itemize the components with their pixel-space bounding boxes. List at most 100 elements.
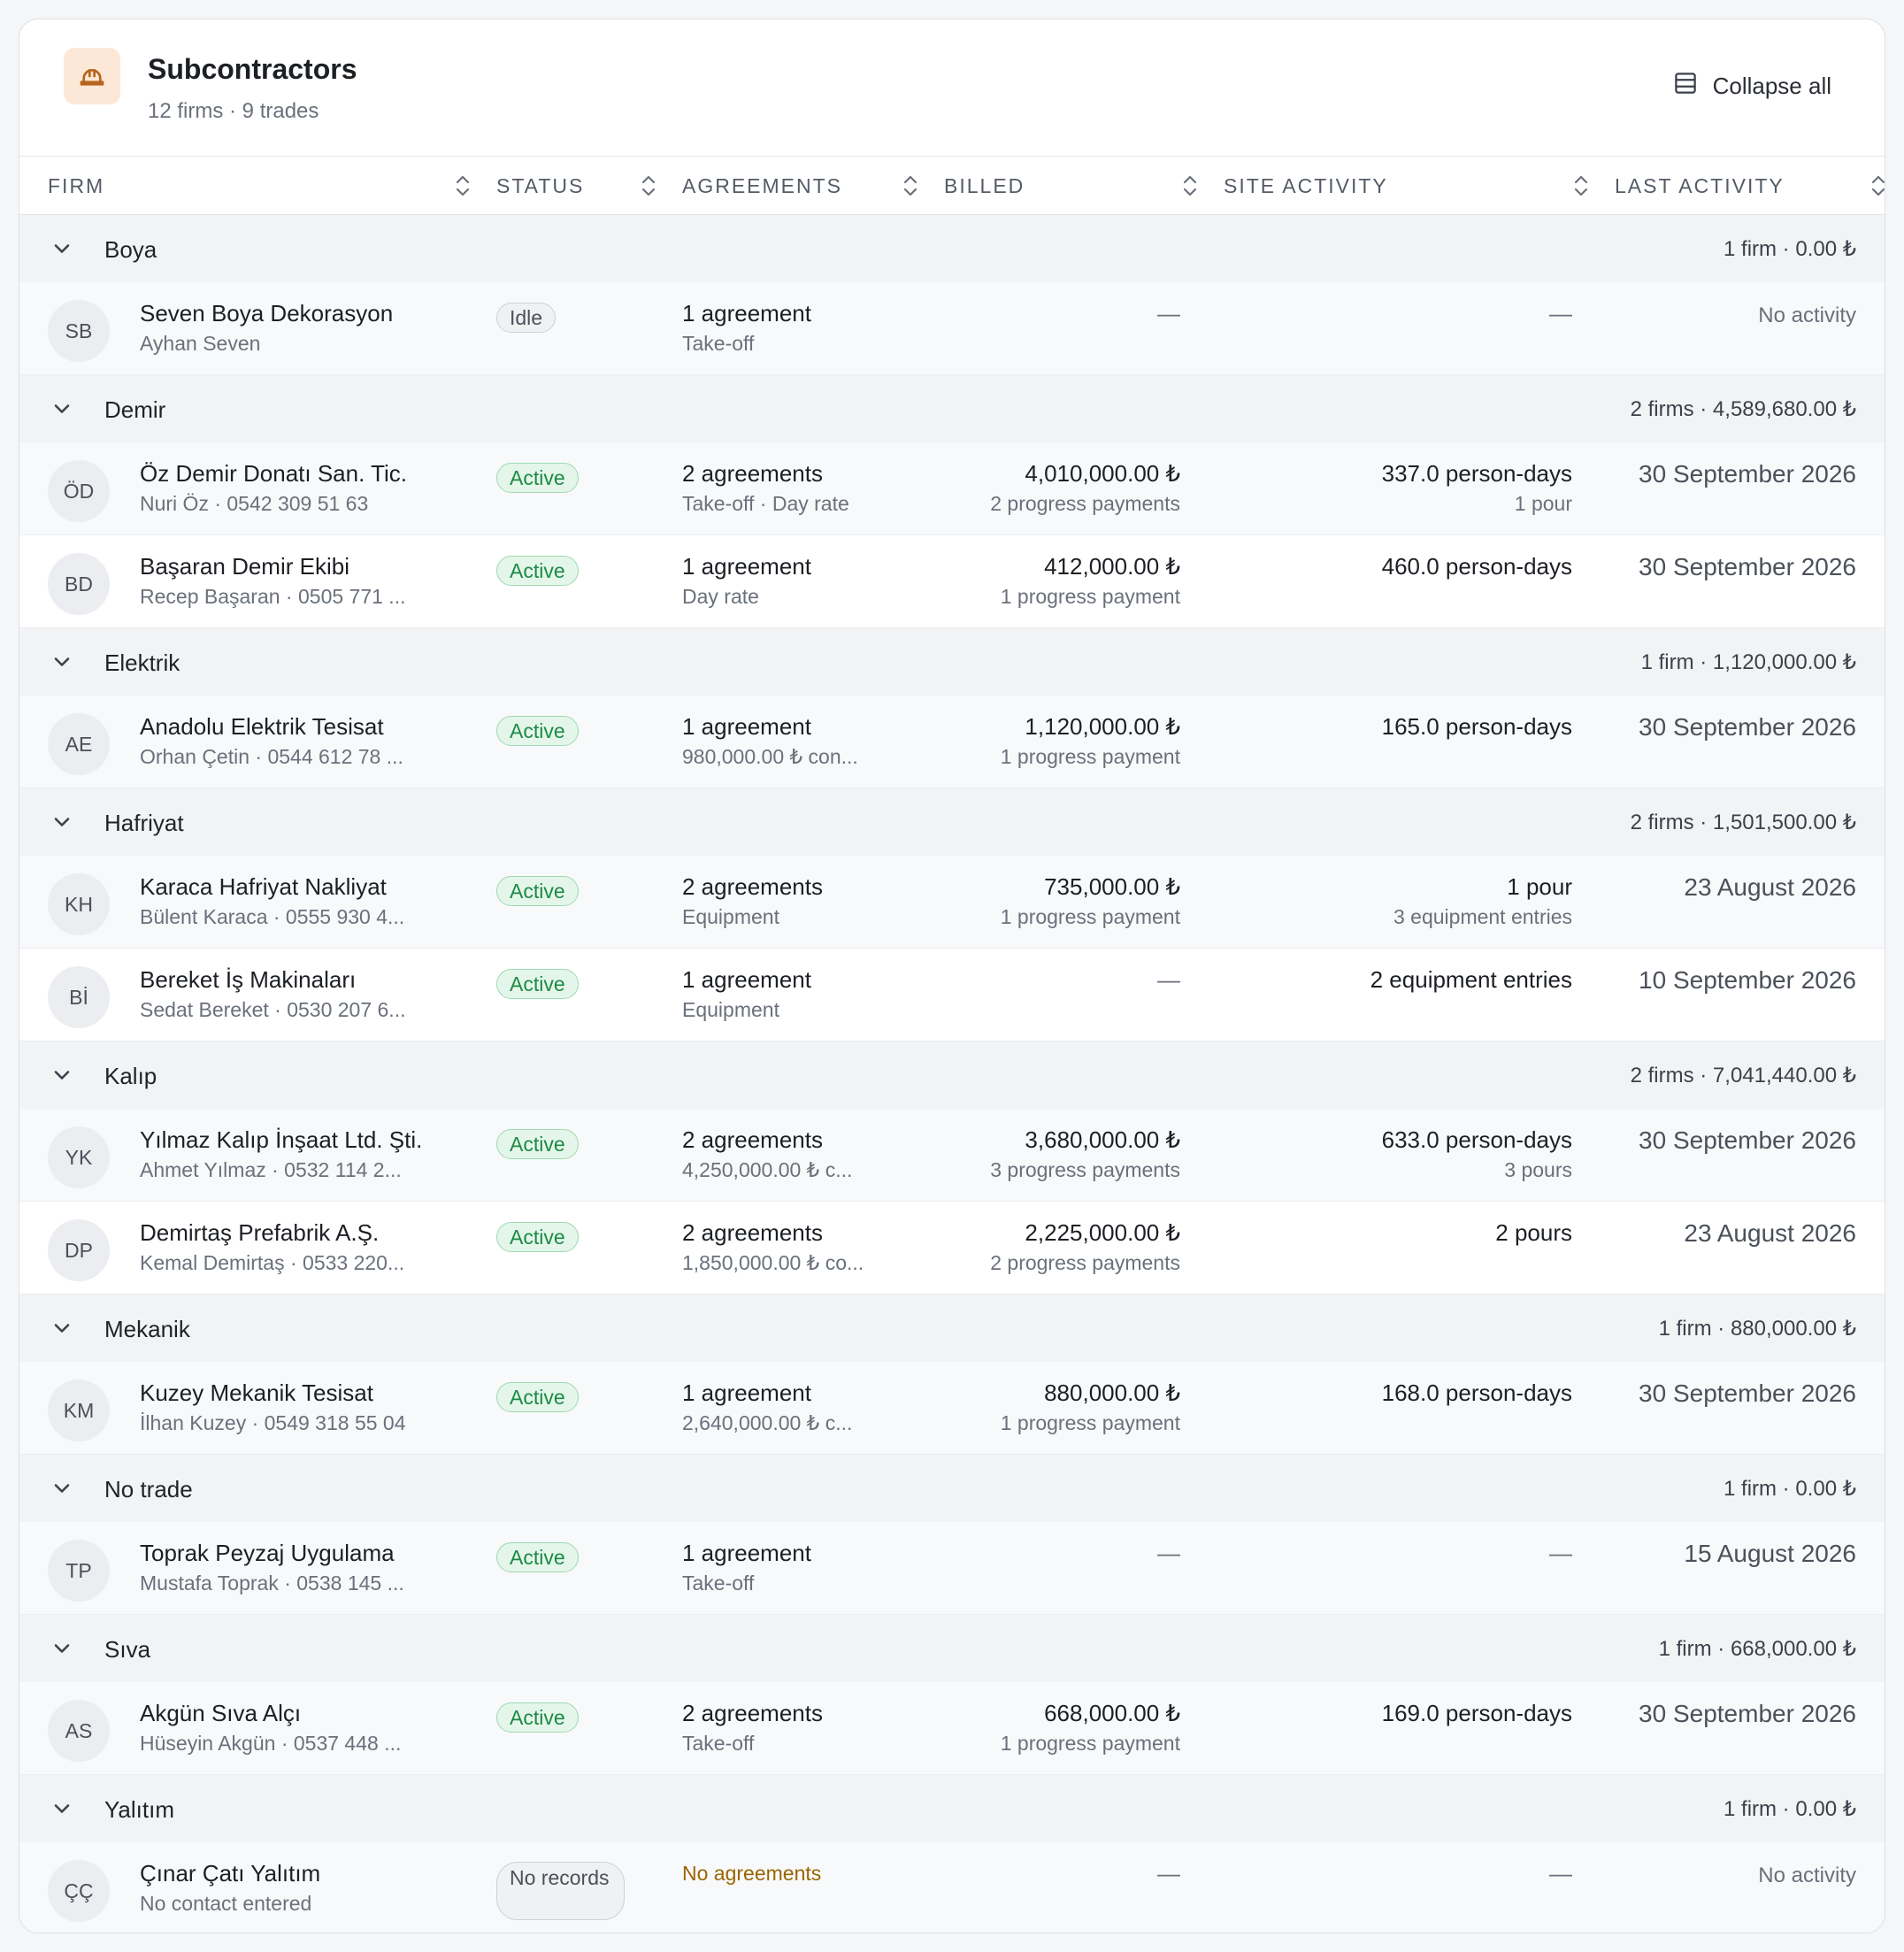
agreements-detail: 980,000.00 ₺ con... [682, 745, 858, 768]
site-activity: 460.0 person-days [1381, 553, 1572, 580]
firm-contact: Recep Başaran · 0505 771 ... [140, 585, 406, 608]
chevron-down-icon[interactable] [50, 236, 74, 261]
firm-row[interactable]: TP Toprak Peyzaj Uygulama Mustafa Toprak ·… [19, 1522, 1885, 1615]
firm-name[interactable]: Öz Demir Donatı San. Tic. [140, 460, 407, 488]
firm-row[interactable]: YK Yılmaz Kalıp İnşaat Ltd. Şti. Ahmet Yıl… [19, 1109, 1885, 1202]
column-header-agreements[interactable]: AGREEMENTS [682, 157, 842, 215]
firm-row[interactable]: BD Başaran Demir Ekibi Recep Başaran · 050… [19, 535, 1885, 628]
collapse-all-button[interactable]: Collapse all [1672, 64, 1831, 108]
avatar: KH [48, 873, 110, 935]
sort-firm-icon[interactable] [453, 173, 472, 199]
firm-row[interactable]: ÖD Öz Demir Donatı San. Tic. Nuri Öz · 054… [19, 442, 1885, 535]
firm-contact: Ayhan Seven [140, 332, 261, 355]
site-activity: 2 equipment entries [1370, 966, 1572, 993]
page-subtitle: 12 firms · 9 trades [148, 99, 319, 123]
trade-group-name: No trade [104, 1476, 193, 1502]
site-activity: — [1549, 1860, 1572, 1887]
chevron-down-icon[interactable] [50, 1316, 74, 1341]
firm-name[interactable]: Demirtaş Prefabrik A.Ş. [140, 1219, 379, 1247]
billed-amount: — [1157, 966, 1180, 993]
firm-contact: Ahmet Yılmaz · 0532 114 2... [140, 1158, 402, 1181]
chevron-down-icon[interactable] [50, 810, 74, 834]
billed-amount: 1,120,000.00 ₺ [1025, 713, 1180, 740]
trade-group-header[interactable]: Sıva 1 firm · 668,000.00 ₺ [19, 1615, 1885, 1682]
column-header-last-activity[interactable]: LAST ACTIVITY [1615, 157, 1785, 215]
sort-site-activity-icon[interactable] [1571, 173, 1591, 199]
trade-group-header[interactable]: Hafriyat 2 firms · 1,501,500.00 ₺ [19, 788, 1885, 856]
column-header-site-activity[interactable]: SITE ACTIVITY [1224, 157, 1388, 215]
sort-billed-icon[interactable] [1180, 173, 1200, 199]
trade-group-name: Boya [104, 236, 157, 263]
firm-row[interactable]: SB Seven Boya Dekorasyon Ayhan Seven Idle 1 … [19, 282, 1885, 375]
billed-amount: 3,680,000.00 ₺ [1025, 1126, 1180, 1153]
avatar: Bİ [48, 966, 110, 1028]
chevron-down-icon[interactable] [50, 1476, 74, 1501]
firm-row[interactable]: AS Akgün Sıva Alçı Hüseyin Akgün · 0537 44… [19, 1682, 1885, 1775]
trade-group-name: Mekanik [104, 1316, 190, 1342]
billed-detail: 1 progress payment [1000, 905, 1180, 928]
subcontractors-panel: Subcontractors 12 firms · 9 trades Colla… [19, 19, 1885, 1933]
panel-header: Subcontractors 12 firms · 9 trades Colla… [19, 19, 1885, 157]
firm-row[interactable]: DP Demirtaş Prefabrik A.Ş. Kemal Demirtaş … [19, 1202, 1885, 1295]
status-badge: Active [496, 1222, 579, 1252]
firm-name[interactable]: Kuzey Mekanik Tesisat [140, 1379, 373, 1407]
trade-group-header[interactable]: Yalıtım 1 firm · 0.00 ₺ [19, 1775, 1885, 1842]
agreements-warning: No agreements [682, 1862, 822, 1885]
column-header-billed[interactable]: BILLED [944, 157, 1025, 215]
firm-name[interactable]: Toprak Peyzaj Uygulama [140, 1540, 395, 1567]
last-activity: No activity [1758, 1864, 1856, 1887]
billed-amount: 4,010,000.00 ₺ [1025, 460, 1180, 487]
firm-contact: Hüseyin Akgün · 0537 448 ... [140, 1732, 402, 1755]
site-activity: 168.0 person-days [1381, 1379, 1572, 1406]
firm-name[interactable]: Çınar Çatı Yalıtım [140, 1860, 320, 1887]
column-header-firm[interactable]: FIRM [48, 157, 104, 215]
sort-last-activity-icon[interactable] [1869, 173, 1885, 199]
trade-group-header[interactable]: No trade 1 firm · 0.00 ₺ [19, 1455, 1885, 1522]
billed-detail: 2 progress payments [990, 492, 1180, 515]
sort-agreements-icon[interactable] [901, 173, 920, 199]
site-activity: 2 pours [1495, 1219, 1572, 1246]
last-activity: 15 August 2026 [1684, 1540, 1856, 1567]
firm-name[interactable]: Anadolu Elektrik Tesisat [140, 713, 384, 741]
agreements-detail: Day rate [682, 585, 759, 608]
collapse-icon [1672, 70, 1699, 103]
trade-group-header[interactable]: Boya 1 firm · 0.00 ₺ [19, 215, 1885, 282]
chevron-down-icon[interactable] [50, 1796, 74, 1821]
firm-name[interactable]: Akgün Sıva Alçı [140, 1700, 301, 1727]
billed-amount: — [1157, 300, 1180, 327]
firm-name[interactable]: Bereket İş Makinaları [140, 966, 356, 994]
chevron-down-icon[interactable] [50, 396, 74, 421]
column-header-status[interactable]: STATUS [496, 157, 584, 215]
billed-detail: 1 progress payment [1000, 745, 1180, 768]
firm-name[interactable]: Seven Boya Dekorasyon [140, 300, 393, 327]
trade-group-header[interactable]: Demir 2 firms · 4,589,680.00 ₺ [19, 375, 1885, 442]
chevron-down-icon[interactable] [50, 1063, 74, 1087]
last-activity: 30 September 2026 [1639, 713, 1856, 741]
trade-group-header[interactable]: Elektrik 1 firm · 1,120,000.00 ₺ [19, 628, 1885, 695]
firm-name[interactable]: Yılmaz Kalıp İnşaat Ltd. Şti. [140, 1126, 422, 1154]
trade-group-name: Kalıp [104, 1063, 157, 1089]
firm-row[interactable]: Bİ Bereket İş Makinaları Sedat Bereket · 0… [19, 949, 1885, 1041]
firm-name[interactable]: Karaca Hafriyat Nakliyat [140, 873, 387, 901]
avatar: SB [48, 300, 110, 362]
chevron-down-icon[interactable] [50, 1636, 74, 1661]
firm-row[interactable]: KH Karaca Hafriyat Nakliyat Bülent Karaca … [19, 856, 1885, 949]
page-title: Subcontractors [148, 53, 357, 85]
firm-row[interactable]: KM Kuzey Mekanik Tesisat İlhan Kuzey · 054… [19, 1362, 1885, 1455]
site-activity: 1 pour [1507, 873, 1572, 900]
firm-row[interactable]: AE Anadolu Elektrik Tesisat Orhan Çetin · … [19, 695, 1885, 788]
trade-group-header[interactable]: Kalıp 2 firms · 7,041,440.00 ₺ [19, 1041, 1885, 1109]
trade-group-header[interactable]: Mekanik 1 firm · 880,000.00 ₺ [19, 1295, 1885, 1362]
firm-name[interactable]: Başaran Demir Ekibi [140, 553, 349, 580]
trade-group-name: Elektrik [104, 649, 180, 676]
billed-amount: 735,000.00 ₺ [1044, 873, 1180, 900]
agreements-count: 1 agreement [682, 300, 811, 327]
firm-row[interactable]: ÇÇ Çınar Çatı Yalıtım No contact entered No… [19, 1842, 1885, 1933]
site-activity: 633.0 person-days [1381, 1126, 1572, 1153]
chevron-down-icon[interactable] [50, 649, 74, 674]
sort-status-icon[interactable] [639, 173, 658, 199]
avatar: TP [48, 1540, 110, 1602]
firm-contact: Bülent Karaca · 0555 930 4... [140, 905, 405, 928]
site-activity: — [1549, 300, 1572, 327]
billed-amount: 668,000.00 ₺ [1044, 1700, 1180, 1726]
